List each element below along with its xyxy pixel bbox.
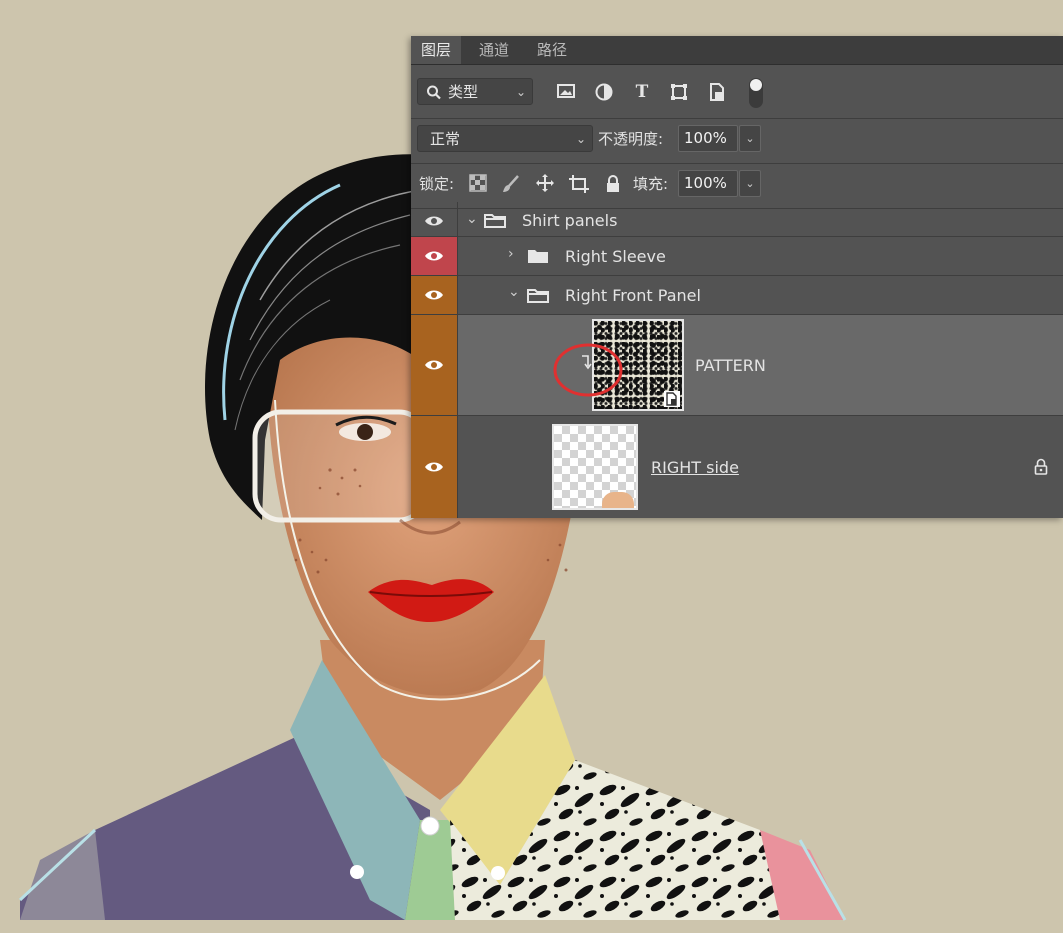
pixel-layer-filter-icon[interactable]: [555, 82, 577, 105]
folder-icon: [528, 250, 548, 263]
layer-name[interactable]: RIGHT side: [651, 458, 739, 477]
eye-icon: [425, 251, 443, 261]
chevron-right-icon[interactable]: ›: [508, 246, 514, 262]
opacity-input[interactable]: 100%: [678, 125, 738, 152]
eye-icon: [425, 360, 443, 370]
lock-transparency-icon[interactable]: [467, 174, 489, 197]
fill-dropdown-button[interactable]: ⌄: [739, 170, 761, 197]
lock-all-icon[interactable]: [602, 174, 624, 199]
fill-input[interactable]: 100%: [678, 170, 738, 197]
lock-icon: [1034, 458, 1048, 480]
eye-icon: [425, 290, 443, 300]
tab-channels[interactable]: 通道: [469, 36, 519, 64]
filter-toggle-switch[interactable]: [749, 78, 763, 108]
chevron-down-icon[interactable]: ⌄: [508, 284, 520, 300]
filter-type-label: 类型: [448, 83, 479, 101]
lock-position-move-icon[interactable]: [534, 173, 556, 198]
layer-row-right-sleeve[interactable]: › Right Sleeve: [411, 237, 1063, 275]
layer-row-shirt-panels[interactable]: ⌄ Shirt panels: [411, 202, 1063, 240]
shape-layer-filter-icon[interactable]: [668, 82, 690, 107]
visibility-toggle[interactable]: [411, 237, 457, 275]
thumbnail-skin-shape: [602, 492, 634, 508]
highlight-circle-annotation: [553, 343, 623, 397]
folder-icon: [484, 214, 506, 228]
folder-icon: [527, 289, 549, 303]
filter-type-select[interactable]: 类型 ⌄: [417, 78, 533, 105]
layer-name[interactable]: PATTERN: [695, 356, 766, 375]
layer-name[interactable]: Right Front Panel: [565, 286, 701, 305]
lock-pixels-brush-icon[interactable]: [500, 174, 522, 199]
chevron-down-icon: ⌄: [515, 85, 526, 99]
tab-paths[interactable]: 路径: [527, 36, 577, 64]
layer-thumbnail[interactable]: [552, 424, 638, 510]
visibility-toggle[interactable]: [411, 202, 457, 240]
opacity-dropdown-button[interactable]: ⌄: [739, 125, 761, 152]
eye-icon: [425, 216, 443, 226]
lock-artboard-icon[interactable]: [568, 174, 590, 199]
blend-mode-value: 正常: [430, 130, 461, 148]
layer-row-right-front-panel[interactable]: ⌄ Right Front Panel: [411, 276, 1063, 314]
smart-object-badge-icon: [664, 391, 680, 407]
layer-row-pattern[interactable]: PATTERN: [411, 315, 1063, 415]
fill-label: 填充:: [633, 175, 669, 193]
smart-object-filter-icon[interactable]: [706, 82, 728, 107]
layers-panel: 图层 通道 路径 类型 ⌄ T 正常 ⌄ 不透明度: 100% ⌄ 锁定: 填充…: [411, 36, 1063, 518]
search-icon: [426, 79, 442, 115]
layer-name[interactable]: Shirt panels: [522, 211, 617, 230]
type-layer-filter-icon[interactable]: T: [631, 82, 653, 102]
visibility-toggle[interactable]: [411, 276, 457, 314]
toggle-knob: [750, 79, 762, 91]
tab-layers[interactable]: 图层: [411, 36, 462, 64]
blend-mode-select[interactable]: 正常 ⌄: [417, 125, 593, 152]
eye-icon: [425, 462, 443, 472]
layer-row-right-side[interactable]: RIGHT side: [411, 416, 1063, 518]
chevron-down-icon: ⌄: [575, 132, 586, 146]
chevron-down-icon[interactable]: ⌄: [466, 211, 478, 227]
visibility-toggle[interactable]: [411, 315, 457, 415]
filter-row: 类型 ⌄ T: [411, 64, 1063, 118]
blend-opacity-row: 正常 ⌄ 不透明度: 100% ⌄: [411, 119, 1063, 163]
adjustment-layer-filter-icon[interactable]: [593, 82, 615, 107]
lock-label: 锁定:: [419, 175, 455, 193]
layer-name[interactable]: Right Sleeve: [565, 247, 666, 266]
visibility-toggle[interactable]: [411, 416, 457, 518]
panel-tab-bar: 图层 通道 路径: [411, 36, 1063, 65]
opacity-label: 不透明度:: [598, 130, 664, 148]
